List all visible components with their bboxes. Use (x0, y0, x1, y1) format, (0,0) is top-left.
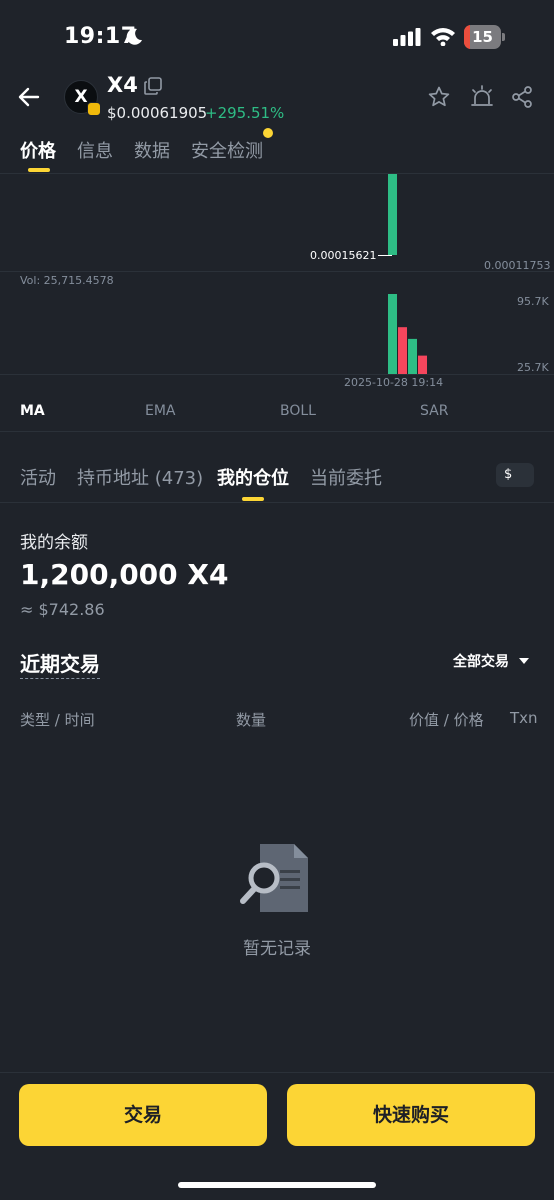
caret-down-icon[interactable] (519, 657, 529, 665)
notification-dot (263, 128, 273, 138)
battery-level: 15 (472, 28, 493, 46)
star-icon[interactable] (427, 85, 451, 109)
copy-icon[interactable] (144, 77, 162, 95)
price-tag-label: 0.00015621 (310, 249, 377, 262)
quick-buy-button[interactable]: 快速购买 (287, 1084, 535, 1146)
balance-label: 我的余额 (20, 533, 88, 553)
tab-active-underline (28, 168, 50, 172)
column-value-price: 价值 / 价格 (409, 711, 484, 729)
indicator-ema[interactable]: EMA (145, 403, 176, 419)
battery-indicator: 15 (464, 25, 506, 49)
volume-bar-2 (408, 338, 417, 374)
back-arrow-icon[interactable] (16, 84, 42, 110)
indicator-divider (0, 431, 554, 432)
wifi-icon (431, 28, 455, 46)
moon-icon (126, 28, 142, 45)
tab-price[interactable]: 价格 (20, 137, 56, 163)
column-type-time: 类型 / 时间 (20, 711, 95, 729)
price-candle (388, 174, 397, 255)
tab-security[interactable]: 安全检测 (191, 137, 263, 163)
token-price: $0.00061905 (107, 104, 208, 122)
subtab-active-underline (242, 497, 264, 501)
volume-bar-1 (398, 327, 407, 374)
subtab-my-position[interactable]: 我的仓位 (217, 464, 289, 490)
balance-amount: 1,200,000 X4 (20, 558, 229, 591)
indicator-ma[interactable]: MA (20, 403, 45, 419)
chart-timestamp: 2025-10-28 19:14 (344, 376, 444, 389)
tab-data[interactable]: 数据 (134, 137, 170, 163)
cellular-signal-icon (393, 28, 421, 46)
indicator-sar[interactable]: SAR (420, 403, 448, 419)
subtab-open-orders[interactable]: 当前委托 (310, 464, 382, 490)
trade-filter-dropdown[interactable]: 全部交易 (453, 651, 509, 671)
token-change: +295.51% (205, 104, 285, 122)
chain-badge-icon (87, 102, 101, 116)
subtab-holders[interactable]: 持币地址 (473) (77, 464, 203, 490)
trade-button[interactable]: 交易 (19, 1084, 267, 1146)
column-txn: Txn (510, 709, 538, 727)
price-axis-label: 0.00011753 (484, 259, 551, 272)
volume-bar-0 (388, 294, 397, 374)
indicator-boll[interactable]: BOLL (280, 403, 316, 419)
chart-top-border (0, 173, 554, 174)
price-alert-icon[interactable] (469, 84, 495, 110)
tab-info[interactable]: 信息 (77, 137, 113, 163)
column-amount: 数量 (236, 711, 267, 729)
chart-bottom-border (0, 374, 554, 375)
recent-trades-title[interactable]: 近期交易 (20, 648, 100, 679)
share-icon[interactable] (510, 85, 534, 109)
subtab-divider (0, 502, 554, 503)
no-records-icon (240, 844, 308, 912)
subtab-activity[interactable]: 活动 (20, 464, 56, 490)
home-indicator (178, 1182, 376, 1188)
volume-chart (388, 294, 427, 374)
balance-usd: ≈ $742.86 (20, 600, 105, 619)
currency-toggle[interactable]: $ (496, 463, 534, 487)
price-tag-line (378, 255, 392, 256)
token-symbol: X4 (107, 73, 138, 97)
volume-bar-3 (418, 355, 427, 374)
empty-state-text: 暂无记录 (243, 939, 311, 959)
